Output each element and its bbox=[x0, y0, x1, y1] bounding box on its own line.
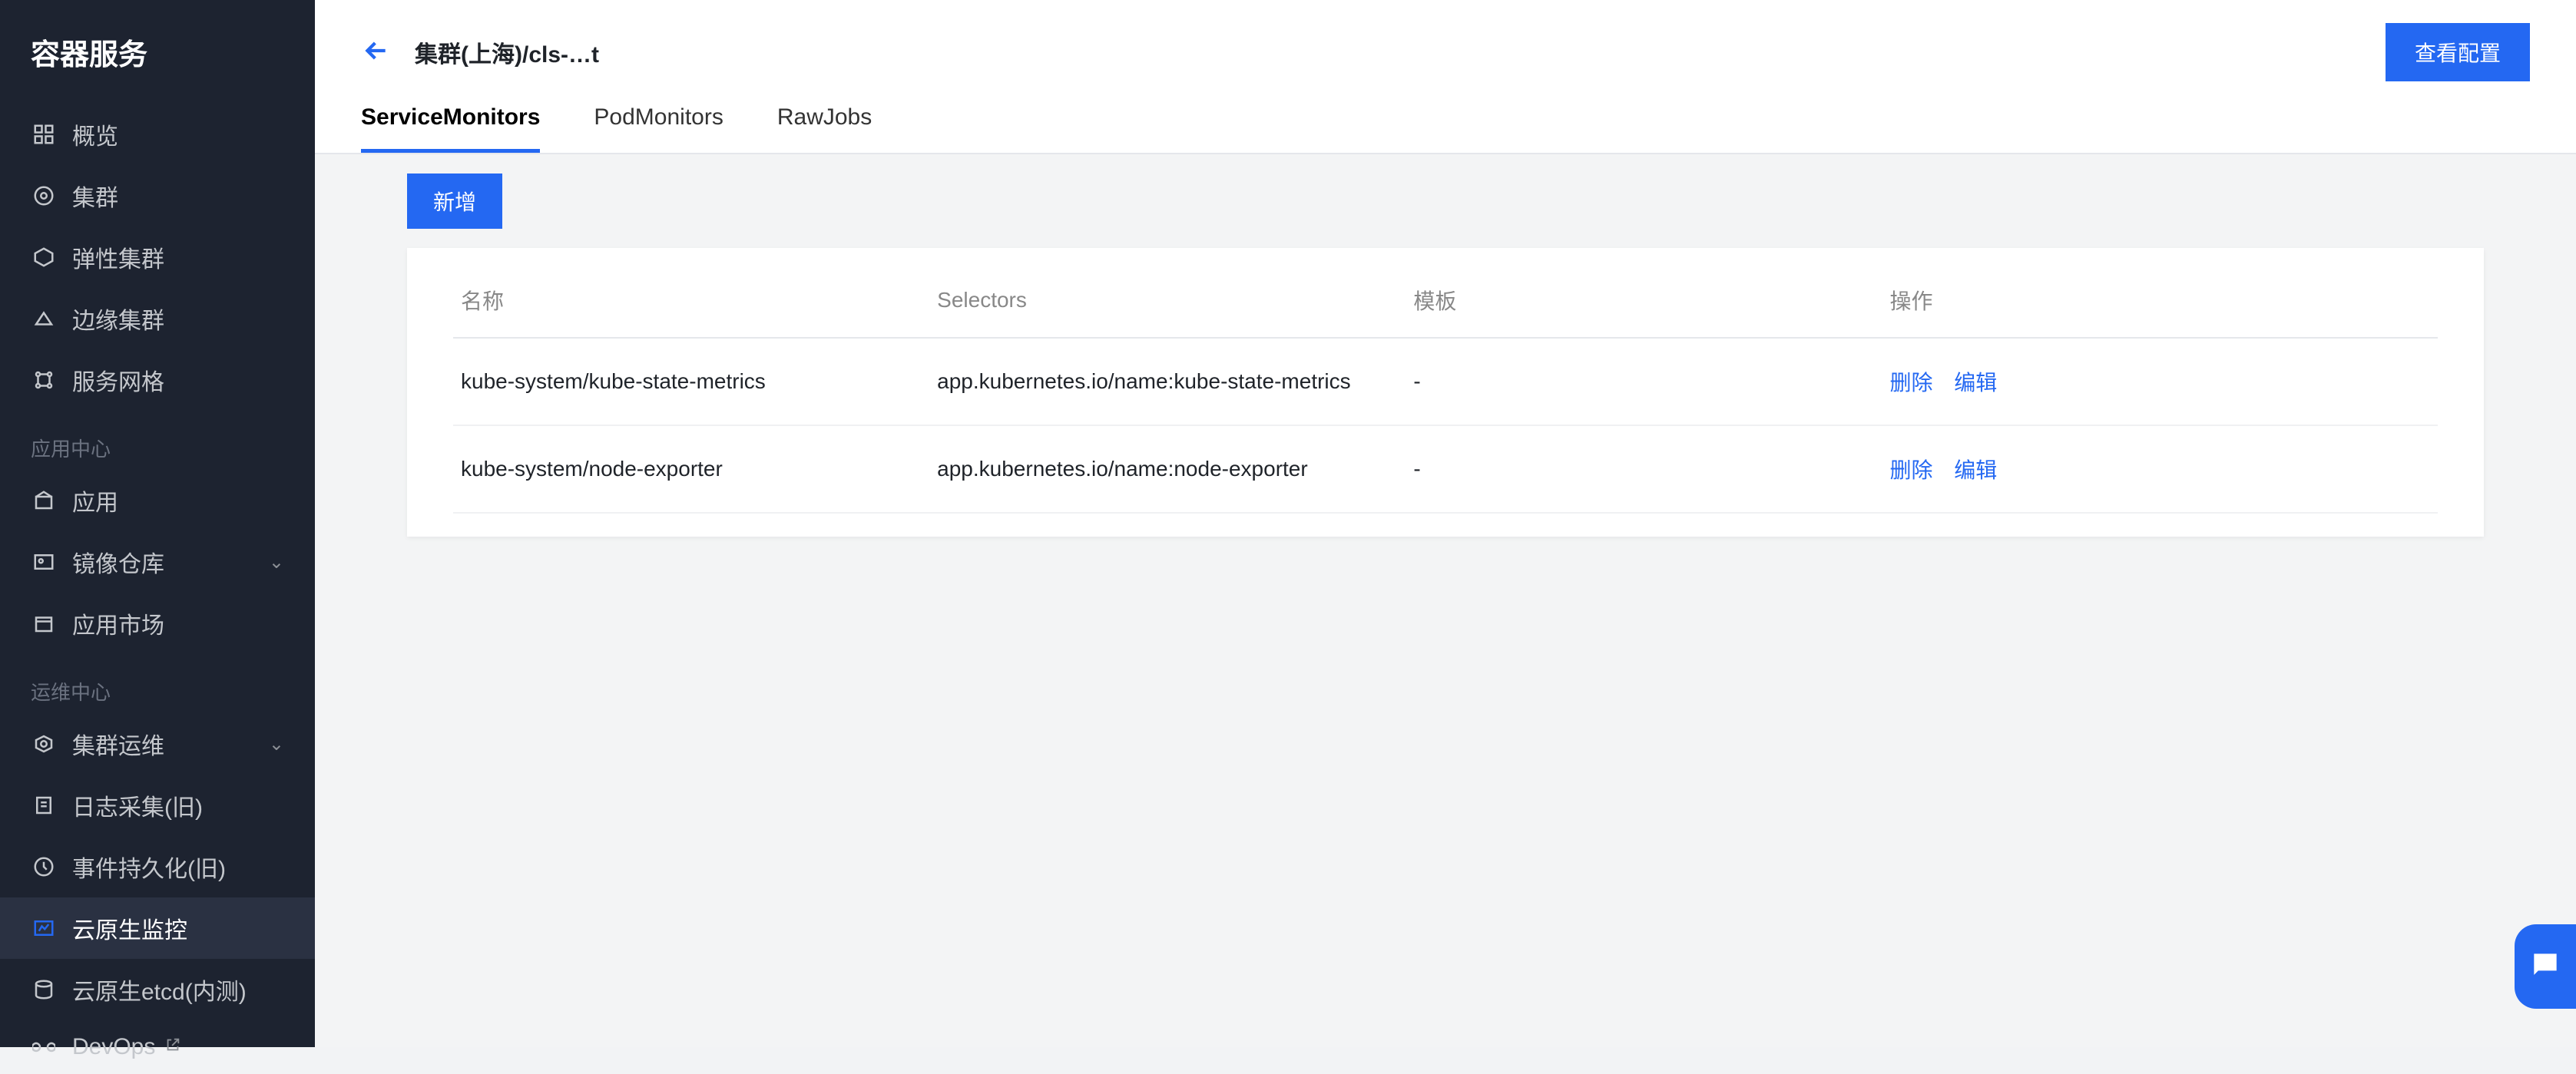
sidebar-group-label-app-center: 应用中心 bbox=[0, 411, 315, 470]
cell-selectors: app.kubernetes.io/name:kube-state-metric… bbox=[929, 338, 1406, 425]
sidebar-item-edge-cluster[interactable]: 边缘集群 bbox=[0, 288, 315, 349]
content-area: 新增 名称 Selectors 模板 操作 kube-system/kube-s… bbox=[315, 154, 2576, 1047]
sidebar-item-label: 镜像仓库 bbox=[72, 545, 164, 579]
tab-pod-monitors[interactable]: PodMonitors bbox=[594, 104, 723, 153]
sidebar-item-label: 边缘集群 bbox=[72, 302, 164, 335]
tab-service-monitors[interactable]: ServiceMonitors bbox=[361, 104, 540, 153]
app-icon bbox=[31, 487, 57, 514]
sidebar-section-main: 概览 集群 弹性集群 边缘集群 服务网格 bbox=[0, 104, 315, 411]
sidebar-item-event-persist[interactable]: 事件持久化(旧) bbox=[0, 836, 315, 897]
grid-icon bbox=[31, 121, 57, 147]
cell-name: kube-system/kube-state-metrics bbox=[453, 338, 929, 425]
mesh-icon bbox=[31, 367, 57, 393]
breadcrumb: 集群(上海)/cls-…t bbox=[415, 35, 599, 69]
devops-icon bbox=[31, 1034, 57, 1060]
sidebar-item-label: 云原生监控 bbox=[72, 911, 187, 945]
sidebar-section-ops-center: 集群运维 ⌄ 日志采集(旧) 事件持久化(旧) 云原生监控 云原生etcd(内测… bbox=[0, 713, 315, 1074]
sidebar-item-label: 集群 bbox=[72, 179, 118, 213]
column-header-template: 模板 bbox=[1406, 263, 1882, 338]
sidebar: 容器服务 概览 集群 弹性集群 边缘集群 服务网格 应用中 bbox=[0, 0, 315, 1047]
add-button[interactable]: 新增 bbox=[407, 173, 502, 229]
view-config-button[interactable]: 查看配置 bbox=[2386, 23, 2530, 81]
edit-link[interactable]: 编辑 bbox=[1954, 458, 1997, 482]
main-content: 集群(上海)/cls-…t 查看配置 ServiceMonitors PodMo… bbox=[315, 0, 2576, 1047]
service-monitors-table: 名称 Selectors 模板 操作 kube-system/kube-stat… bbox=[453, 263, 2438, 514]
sidebar-section-app-center: 应用 镜像仓库 ⌄ 应用市场 bbox=[0, 470, 315, 654]
chat-icon bbox=[2528, 948, 2562, 986]
cell-name: kube-system/node-exporter bbox=[453, 425, 929, 513]
sidebar-item-cloud-native-etcd[interactable]: 云原生etcd(内测) bbox=[0, 959, 315, 1020]
sidebar-item-label: 日志采集(旧) bbox=[72, 788, 203, 822]
back-arrow-icon[interactable] bbox=[361, 35, 392, 70]
sidebar-item-image-repo[interactable]: 镜像仓库 ⌄ bbox=[0, 531, 315, 593]
external-link-icon bbox=[164, 1036, 181, 1058]
sidebar-item-label: 应用市场 bbox=[72, 606, 164, 640]
column-header-selectors: Selectors bbox=[929, 263, 1406, 338]
table-card: 名称 Selectors 模板 操作 kube-system/kube-stat… bbox=[407, 248, 2484, 537]
ops-icon bbox=[31, 731, 57, 757]
sidebar-item-log-collect[interactable]: 日志采集(旧) bbox=[0, 775, 315, 836]
sidebar-item-service-mesh[interactable]: 服务网格 bbox=[0, 349, 315, 411]
event-icon bbox=[31, 854, 57, 880]
sidebar-item-devops[interactable]: DevOps bbox=[0, 1020, 315, 1074]
sidebar-item-cluster-ops[interactable]: 集群运维 ⌄ bbox=[0, 713, 315, 775]
tabs: ServiceMonitors PodMonitors RawJobs bbox=[315, 97, 2576, 154]
chevron-down-icon: ⌄ bbox=[269, 733, 284, 755]
sidebar-item-elastic-cluster[interactable]: 弹性集群 bbox=[0, 226, 315, 288]
sidebar-item-label: DevOps bbox=[72, 1034, 155, 1060]
sidebar-item-label: 应用 bbox=[72, 484, 118, 517]
table-row: kube-system/node-exporter app.kubernetes… bbox=[453, 425, 2438, 513]
cluster-icon bbox=[31, 244, 57, 270]
market-icon bbox=[31, 610, 57, 636]
column-header-name: 名称 bbox=[453, 263, 929, 338]
tab-raw-jobs[interactable]: RawJobs bbox=[777, 104, 872, 153]
table-row: kube-system/kube-state-metrics app.kuber… bbox=[453, 338, 2438, 425]
sidebar-item-cloud-native-monitor[interactable]: 云原生监控 bbox=[0, 897, 315, 959]
sidebar-item-label: 事件持久化(旧) bbox=[72, 850, 226, 884]
monitor-icon bbox=[31, 915, 57, 941]
topbar-left: 集群(上海)/cls-…t bbox=[361, 35, 599, 70]
cell-actions: 删除 编辑 bbox=[1882, 338, 2438, 425]
log-icon bbox=[31, 792, 57, 818]
column-header-actions: 操作 bbox=[1882, 263, 2438, 338]
topbar: 集群(上海)/cls-…t 查看配置 bbox=[315, 0, 2576, 97]
chat-fab-button[interactable] bbox=[2515, 924, 2576, 1009]
cell-selectors: app.kubernetes.io/name:node-exporter bbox=[929, 425, 1406, 513]
sidebar-item-label: 概览 bbox=[72, 117, 118, 151]
delete-link[interactable]: 删除 bbox=[1889, 371, 1932, 395]
edge-icon bbox=[31, 306, 57, 332]
edit-link[interactable]: 编辑 bbox=[1954, 371, 1997, 395]
cell-template: - bbox=[1406, 425, 1882, 513]
sidebar-title: 容器服务 bbox=[0, 15, 315, 104]
cell-actions: 删除 编辑 bbox=[1882, 425, 2438, 513]
sidebar-item-label: 弹性集群 bbox=[72, 240, 164, 274]
sidebar-item-label: 服务网格 bbox=[72, 363, 164, 397]
sidebar-group-label-ops-center: 运维中心 bbox=[0, 654, 315, 713]
sidebar-item-cluster[interactable]: 集群 bbox=[0, 165, 315, 226]
chevron-down-icon: ⌄ bbox=[269, 551, 284, 573]
cell-template: - bbox=[1406, 338, 1882, 425]
sidebar-item-label: 集群运维 bbox=[72, 727, 164, 761]
sidebar-item-app[interactable]: 应用 bbox=[0, 470, 315, 531]
sidebar-item-label: 云原生etcd(内测) bbox=[72, 973, 247, 1006]
image-repo-icon bbox=[31, 549, 57, 575]
target-icon bbox=[31, 183, 57, 209]
etcd-icon bbox=[31, 977, 57, 1003]
sidebar-item-app-market[interactable]: 应用市场 bbox=[0, 593, 315, 654]
sidebar-item-overview[interactable]: 概览 bbox=[0, 104, 315, 165]
delete-link[interactable]: 删除 bbox=[1889, 458, 1932, 482]
